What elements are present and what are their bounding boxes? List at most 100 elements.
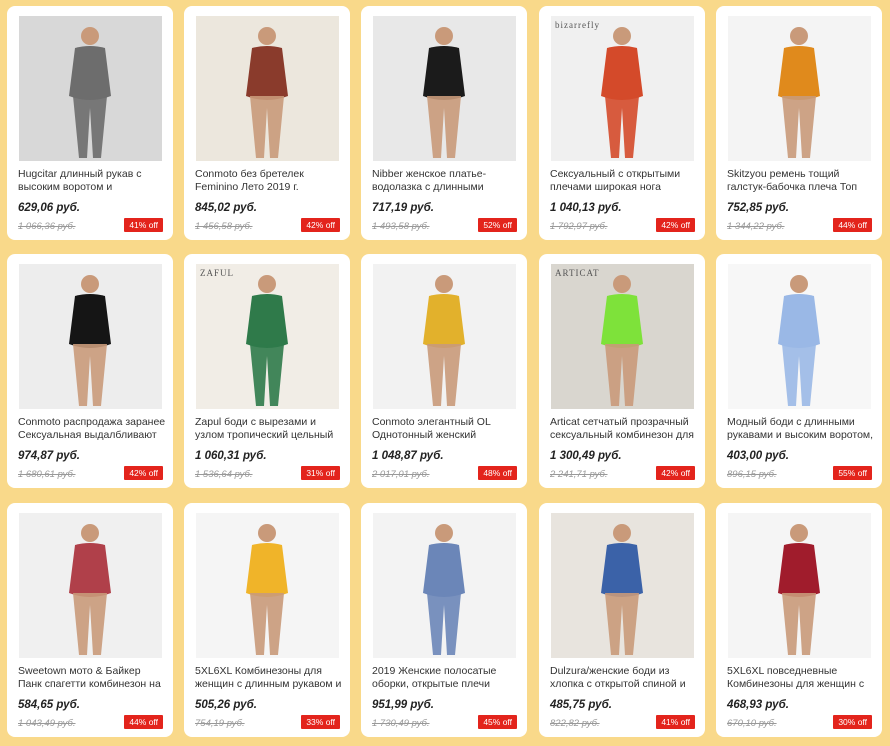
product-price: 485,75 руб. bbox=[550, 699, 612, 711]
product-photo-illustration bbox=[728, 16, 871, 161]
product-card[interactable]: Hugcitar длинный рукав с высоким воротом… bbox=[7, 6, 173, 240]
product-old-price: 1 730,49 руб. bbox=[372, 718, 430, 729]
product-title[interactable]: Conmoto распродажа заранее Сексуальная в… bbox=[18, 416, 166, 441]
product-title[interactable]: Dulzura/женские боди из хлопка с открыто… bbox=[550, 665, 698, 690]
product-card[interactable]: Conmoto элегантный OL Однотонный женский… bbox=[361, 254, 527, 488]
product-title[interactable]: Модный боди с длинными рукавами и высоки… bbox=[727, 416, 875, 441]
product-old-price: 754,19 руб. bbox=[195, 718, 245, 729]
product-price: 629,06 руб. bbox=[18, 202, 80, 214]
product-title[interactable]: Сексуальный с открытыми плечами широкая … bbox=[550, 168, 698, 193]
product-price: 505,26 руб. bbox=[195, 699, 257, 711]
product-old-price: 896,15 руб. bbox=[727, 469, 777, 480]
discount-badge: 42% off bbox=[656, 218, 695, 232]
product-old-price: 2 017,01 руб. bbox=[372, 469, 430, 480]
product-title[interactable]: Sweetown мото & Байкер Панк спагетти ком… bbox=[18, 665, 166, 690]
product-photo-illustration bbox=[551, 16, 694, 161]
product-image[interactable]: bizarrefly bbox=[551, 16, 694, 161]
discount-badge: 55% off bbox=[833, 466, 872, 480]
discount-badge: 45% off bbox=[478, 715, 517, 729]
product-title[interactable]: 5XL6XL повседневные Комбинезоны для женщ… bbox=[727, 665, 875, 690]
brand-watermark: ARTICAT bbox=[555, 268, 600, 278]
product-image[interactable] bbox=[728, 16, 871, 161]
product-photo-illustration bbox=[373, 264, 516, 409]
product-title[interactable]: 2019 Женские полосатые оборки, открытые … bbox=[372, 665, 520, 690]
discount-badge: 48% off bbox=[478, 466, 517, 480]
product-image[interactable]: ARTICAT bbox=[551, 264, 694, 409]
product-old-price: 1 456,58 руб. bbox=[195, 221, 253, 232]
product-old-price: 670,10 руб. bbox=[727, 718, 777, 729]
product-old-price: 1 680,61 руб. bbox=[18, 469, 76, 480]
product-old-price: 1 493,58 руб. bbox=[372, 221, 430, 232]
product-card[interactable]: 2019 Женские полосатые оборки, открытые … bbox=[361, 503, 527, 737]
product-price: 1 060,31 руб. bbox=[195, 450, 267, 462]
product-card[interactable]: Nibber женское платье-водолазка с длинны… bbox=[361, 6, 527, 240]
product-card[interactable]: bizarrefly Сексуальный с открытыми плеча… bbox=[539, 6, 705, 240]
product-image[interactable] bbox=[373, 264, 516, 409]
product-price: 974,87 руб. bbox=[18, 450, 80, 462]
discount-badge: 44% off bbox=[833, 218, 872, 232]
product-card[interactable]: 5XL6XL Комбинезоны для женщин с длинным … bbox=[184, 503, 350, 737]
product-card[interactable]: Dulzura/женские боди из хлопка с открыто… bbox=[539, 503, 705, 737]
product-image[interactable] bbox=[19, 16, 162, 161]
product-old-price: 822,82 руб. bbox=[550, 718, 600, 729]
product-old-price: 1 043,49 руб. bbox=[18, 718, 76, 729]
product-image[interactable] bbox=[196, 16, 339, 161]
product-title[interactable]: Articat сетчатый прозрачный сексуальный … bbox=[550, 416, 698, 441]
product-title[interactable]: Skitzyou ремень тощий галстук-бабочка пл… bbox=[727, 168, 875, 193]
product-title[interactable]: Conmoto без бретелек Feminino Лето 2019 … bbox=[195, 168, 343, 193]
discount-badge: 42% off bbox=[301, 218, 340, 232]
product-image[interactable] bbox=[373, 513, 516, 658]
product-title[interactable]: Zapul боди с вырезами и узлом тропически… bbox=[195, 416, 343, 441]
product-photo-illustration bbox=[19, 264, 162, 409]
product-card[interactable]: Модный боди с длинными рукавами и высоки… bbox=[716, 254, 882, 488]
product-title[interactable]: Nibber женское платье-водолазка с длинны… bbox=[372, 168, 520, 193]
brand-watermark: bizarrefly bbox=[555, 20, 600, 30]
product-card[interactable]: Skitzyou ремень тощий галстук-бабочка пл… bbox=[716, 6, 882, 240]
product-image[interactable] bbox=[19, 264, 162, 409]
product-old-price: 1 792,97 руб. bbox=[550, 221, 608, 232]
product-image[interactable] bbox=[551, 513, 694, 658]
product-price: 752,85 руб. bbox=[727, 202, 789, 214]
discount-badge: 52% off bbox=[478, 218, 517, 232]
product-photo-illustration bbox=[728, 513, 871, 658]
product-card[interactable]: 5XL6XL повседневные Комбинезоны для женщ… bbox=[716, 503, 882, 737]
product-image[interactable]: ZAFUL bbox=[196, 264, 339, 409]
product-price: 1 040,13 руб. bbox=[550, 202, 622, 214]
product-grid: Hugcitar длинный рукав с высоким воротом… bbox=[0, 0, 890, 746]
product-image[interactable] bbox=[373, 16, 516, 161]
discount-badge: 44% off bbox=[124, 715, 163, 729]
product-card[interactable]: Conmoto без бретелек Feminino Лето 2019 … bbox=[184, 6, 350, 240]
product-price: 845,02 руб. bbox=[195, 202, 257, 214]
product-image[interactable] bbox=[728, 513, 871, 658]
product-price: 468,93 руб. bbox=[727, 699, 789, 711]
product-old-price: 1 536,64 руб. bbox=[195, 469, 253, 480]
product-image[interactable] bbox=[196, 513, 339, 658]
product-card[interactable]: Conmoto распродажа заранее Сексуальная в… bbox=[7, 254, 173, 488]
product-photo-illustration bbox=[19, 16, 162, 161]
product-image[interactable] bbox=[19, 513, 162, 658]
product-photo-illustration bbox=[19, 513, 162, 658]
product-price: 1 300,49 руб. bbox=[550, 450, 622, 462]
product-price: 1 048,87 руб. bbox=[372, 450, 444, 462]
product-photo-illustration bbox=[196, 16, 339, 161]
discount-badge: 41% off bbox=[656, 715, 695, 729]
product-old-price: 1 066,36 руб. bbox=[18, 221, 76, 232]
product-old-price: 1 344,22 руб. bbox=[727, 221, 785, 232]
product-price: 584,65 руб. bbox=[18, 699, 80, 711]
product-photo-illustration bbox=[373, 16, 516, 161]
product-title[interactable]: 5XL6XL Комбинезоны для женщин с длинным … bbox=[195, 665, 343, 690]
product-photo-illustration bbox=[196, 513, 339, 658]
product-card[interactable]: ZAFUL Zapul боди с вырезами и узлом троп… bbox=[184, 254, 350, 488]
product-photo-illustration bbox=[196, 264, 339, 409]
product-card[interactable]: ARTICAT Articat сетчатый прозрачный секс… bbox=[539, 254, 705, 488]
discount-badge: 31% off bbox=[301, 466, 340, 480]
product-title[interactable]: Conmoto элегантный OL Однотонный женский bbox=[372, 416, 520, 441]
discount-badge: 41% off bbox=[124, 218, 163, 232]
discount-badge: 30% off bbox=[833, 715, 872, 729]
product-photo-illustration bbox=[551, 264, 694, 409]
product-card[interactable]: Sweetown мото & Байкер Панк спагетти ком… bbox=[7, 503, 173, 737]
product-title[interactable]: Hugcitar длинный рукав с высоким воротом… bbox=[18, 168, 166, 193]
product-photo-illustration bbox=[551, 513, 694, 658]
product-price: 403,00 руб. bbox=[727, 450, 789, 462]
product-image[interactable] bbox=[728, 264, 871, 409]
